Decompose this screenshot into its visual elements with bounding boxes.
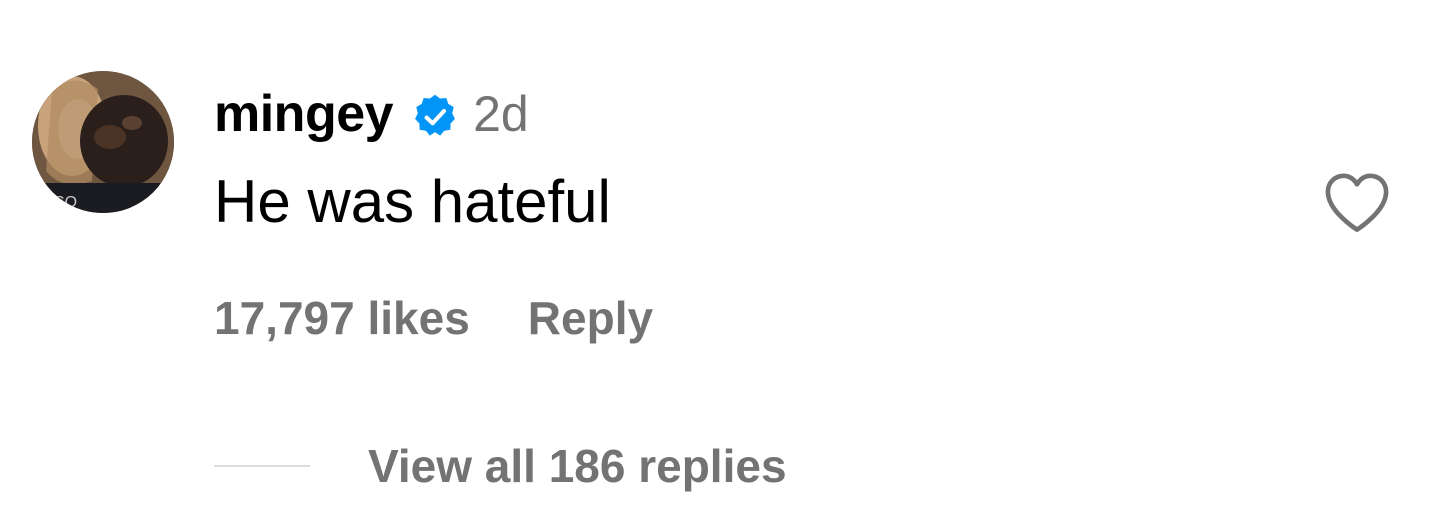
verified-badge-icon <box>411 93 459 141</box>
avatar-image: SO <box>32 71 174 213</box>
likes-count-link[interactable]: 17,797 likes <box>214 291 470 345</box>
view-replies-button[interactable]: View all 186 replies <box>368 439 787 493</box>
comment-header: mingey 2d <box>214 80 529 148</box>
reply-button[interactable]: Reply <box>528 291 653 345</box>
comment: SO mingey 2d He was hateful 17,797 likes… <box>0 0 1456 531</box>
comment-timestamp: 2d <box>473 86 529 142</box>
avatar[interactable]: SO <box>32 71 174 213</box>
heart-outline-icon[interactable] <box>1322 170 1392 234</box>
replies-divider-line <box>214 465 310 467</box>
view-replies-row[interactable]: View all 186 replies <box>214 436 787 496</box>
svg-text:SO: SO <box>54 194 77 211</box>
comment-text: He was hateful <box>214 168 611 235</box>
comment-meta: 17,797 likes Reply <box>214 288 653 348</box>
username-link[interactable]: mingey <box>214 84 394 144</box>
